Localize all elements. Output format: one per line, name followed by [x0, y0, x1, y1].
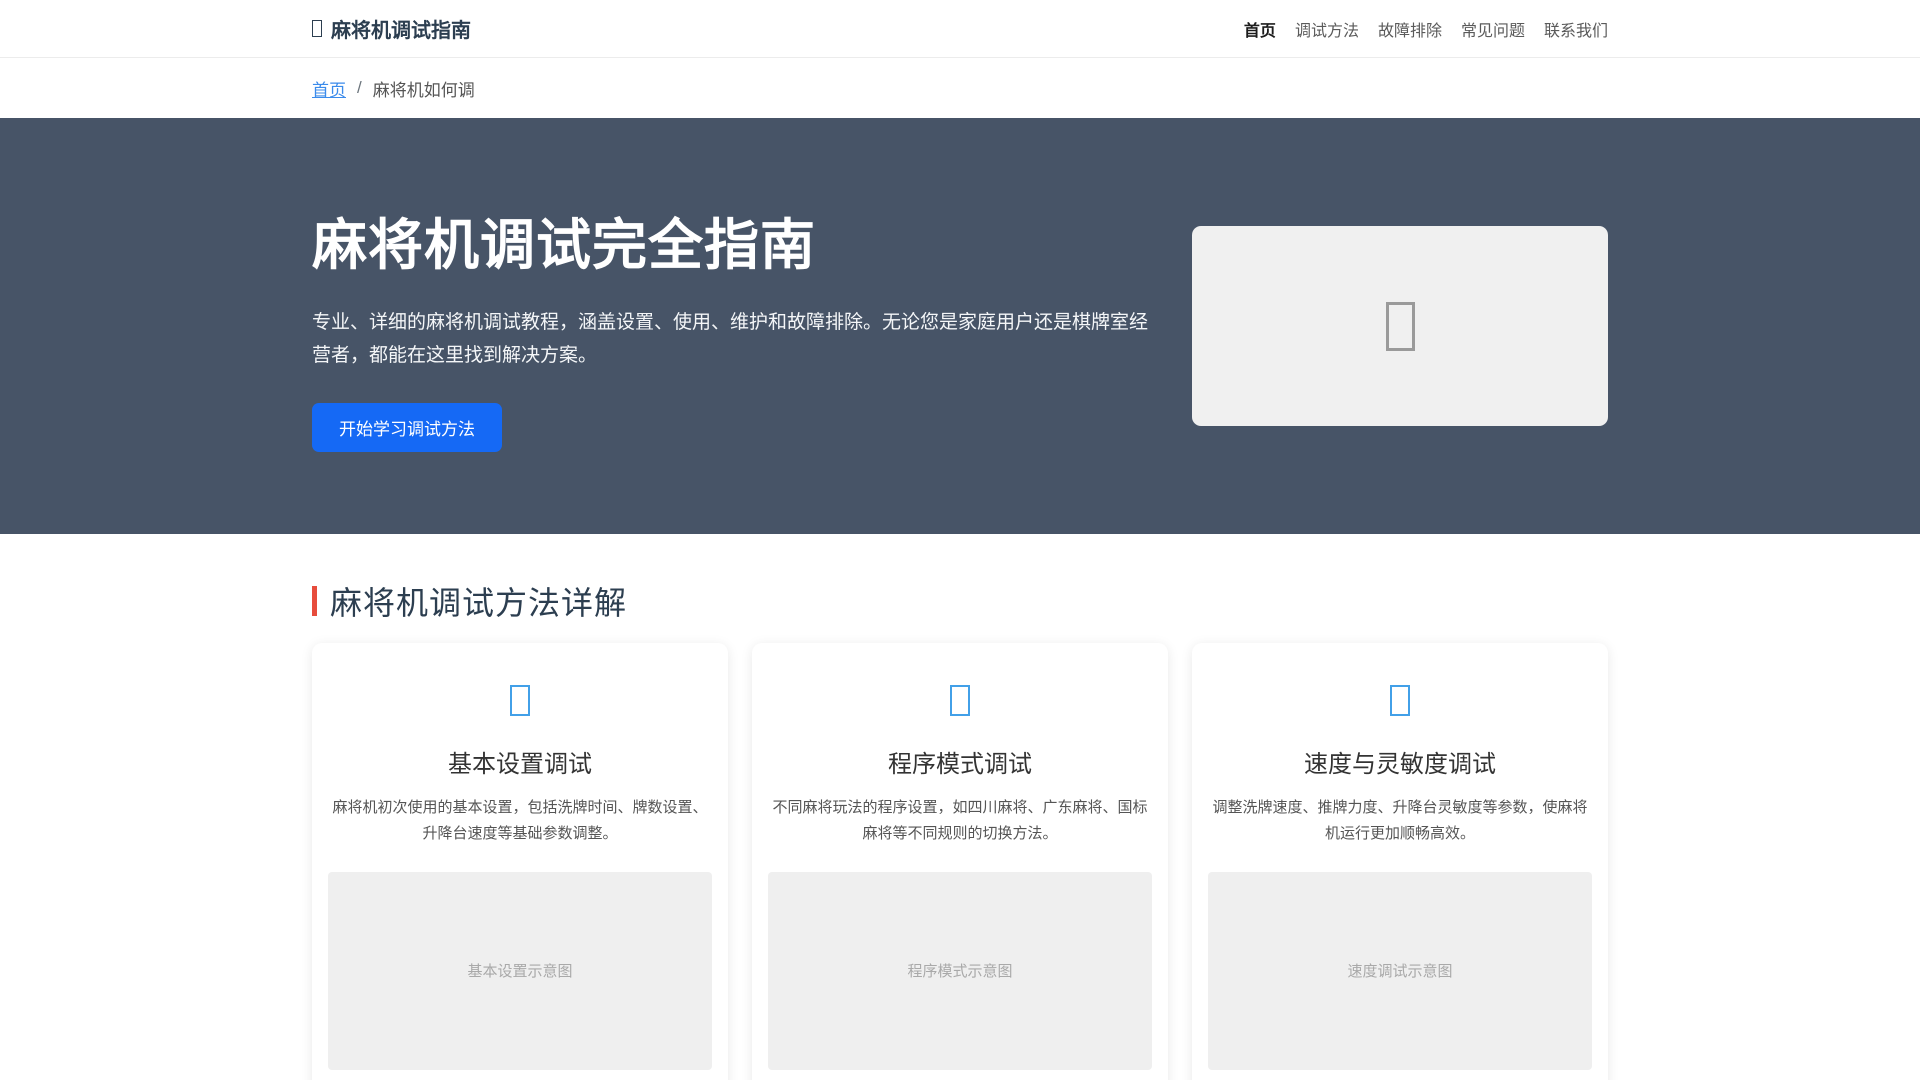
breadcrumb-home-link[interactable]: 首页 [312, 76, 346, 101]
brand-logo[interactable]: 麻将机调试指南 [312, 14, 471, 43]
breadcrumb-bar: 首页 / 麻将机如何调 [0, 58, 1920, 118]
card-title: 程序模式调试 [888, 751, 1032, 778]
nav-link-methods[interactable]: 调试方法 [1295, 23, 1359, 40]
card-image-placeholder: 速度调试示意图 [1208, 871, 1592, 1070]
card-description: 不同麻将玩法的程序设置，如四川麻将、广东麻将、国标麻将等不同规则的切换方法。 [772, 799, 1148, 843]
nav-link-home[interactable]: 首页 [1244, 23, 1276, 40]
placeholder-caption: 速度调试示意图 [1347, 963, 1453, 980]
card-program-mode[interactable]: 程序模式调试 不同麻将玩法的程序设置，如四川麻将、广东麻将、国标麻将等不同规则的… [752, 643, 1168, 1080]
placeholder-caption: 程序模式示意图 [907, 963, 1013, 980]
card-title: 速度与灵敏度调试 [1304, 751, 1496, 778]
card-description: 麻将机初次使用的基本设置，包括洗牌时间、牌数设置、升降台速度等基础参数调整。 [332, 799, 708, 843]
hero-title: 麻将机调试完全指南 [312, 214, 817, 277]
method-cards-row: 基本设置调试 麻将机初次使用的基本设置，包括洗牌时间、牌数设置、升降台速度等基础… [312, 643, 1608, 1080]
brand-title: 麻将机调试指南 [331, 20, 471, 42]
breadcrumb-current: 麻将机如何调 [372, 80, 475, 100]
card-image-placeholder: 基本设置示意图 [328, 871, 712, 1070]
card-basic-settings[interactable]: 基本设置调试 麻将机初次使用的基本设置，包括洗牌时间、牌数设置、升降台速度等基础… [312, 643, 728, 1080]
section-title: 麻将机调试方法详解 [330, 585, 628, 621]
placeholder-caption: 基本设置示意图 [467, 963, 573, 980]
section-accent-bar [312, 586, 317, 616]
hero-description: 专业、详细的麻将机调试教程，涵盖设置、使用、维护和故障排除。无论您是家庭用户还是… [312, 312, 1149, 366]
speed-sensitivity-icon [1390, 685, 1410, 716]
mahjong-tile-icon [312, 20, 322, 37]
main-nav: 首页 调试方法 故障排除 常见问题 联系我们 [1244, 17, 1608, 41]
methods-section: 麻将机调试方法详解 基本设置调试 麻将机初次使用的基本设置，包括洗牌时间、牌数设… [0, 534, 1920, 1080]
missing-image-glyph [1385, 301, 1415, 351]
start-learning-button[interactable]: 开始学习调试方法 [312, 402, 502, 452]
card-speed-sensitivity[interactable]: 速度与灵敏度调试 调整洗牌速度、推牌力度、升降台灵敏度等参数，使麻将机运行更加顺… [1192, 643, 1608, 1080]
card-description: 调整洗牌速度、推牌力度、升降台灵敏度等参数，使麻将机运行更加顺畅高效。 [1212, 799, 1588, 843]
card-image-placeholder: 程序模式示意图 [768, 871, 1152, 1070]
top-navbar: 麻将机调试指南 首页 调试方法 故障排除 常见问题 联系我们 [0, 0, 1920, 58]
basic-settings-icon [510, 685, 530, 716]
breadcrumb-separator: / [357, 78, 362, 97]
hero-image-placeholder [1192, 226, 1608, 426]
card-title: 基本设置调试 [448, 751, 592, 778]
breadcrumb: 首页 / 麻将机如何调 [312, 76, 1608, 101]
nav-link-contact[interactable]: 联系我们 [1544, 23, 1608, 40]
program-mode-icon [950, 685, 970, 716]
nav-link-troubleshooting[interactable]: 故障排除 [1378, 23, 1442, 40]
nav-link-faq[interactable]: 常见问题 [1461, 23, 1525, 40]
hero-section: 麻将机调试完全指南 专业、详细的麻将机调试教程，涵盖设置、使用、维护和故障排除。… [0, 118, 1920, 534]
